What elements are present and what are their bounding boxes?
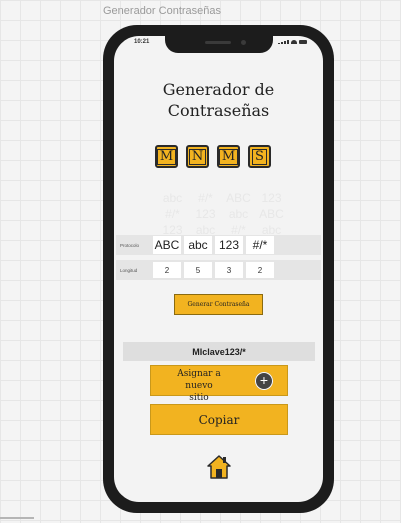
letter-button-label: M [218, 148, 239, 165]
preview-cell: ABC [259, 207, 284, 221]
letter-button-row: M N M S [155, 145, 271, 168]
preview-cell: 123 [195, 207, 216, 221]
generated-password-display: MIclave123/* [123, 342, 315, 361]
preview-cell: abc [228, 207, 249, 221]
assign-site-button[interactable]: Asignar a nuevo sitio + [150, 365, 288, 403]
status-time: 10:21 [134, 39, 150, 45]
generate-password-button[interactable]: Generar Contraseña [174, 294, 263, 315]
wifi-icon [291, 40, 297, 44]
home-icon[interactable] [207, 454, 231, 480]
preview-cell: ABC [226, 191, 251, 205]
preview-cell: abc [162, 191, 183, 205]
page-title-line2: Contraseñas [167, 101, 270, 120]
page-title: Generador de Contraseñas [114, 79, 323, 121]
phone-frame: 10:21 Generador de Contraseñas M N M S a… [103, 25, 334, 513]
preview-cell: #/* [165, 207, 180, 221]
battery-icon [299, 40, 307, 44]
length-input-upper[interactable]: 2 [153, 262, 181, 278]
front-camera [241, 40, 246, 45]
letter-button-m[interactable]: M [155, 145, 178, 168]
length-row: Longitud 2 5 3 2 [116, 260, 321, 280]
status-icons [278, 40, 307, 44]
letter-button-label: N [188, 148, 207, 165]
protocol-label: Protocolo [120, 242, 140, 248]
assign-site-label: Asignar a nuevo sitio [177, 368, 221, 404]
length-input-lower[interactable]: 5 [184, 262, 212, 278]
length-label: Longitud [120, 267, 138, 273]
preview-grid: abc #/* ABC 123 #/* 123 abc ABC 123 abc … [156, 191, 288, 237]
canvas-corner-mark [0, 517, 34, 523]
speaker-grille [205, 41, 231, 44]
canvas-title: Generador Contraseñas [103, 5, 222, 17]
preview-cell: 123 [261, 191, 282, 205]
protocol-cell-digits[interactable]: 123 [215, 236, 243, 254]
letter-button-m-2[interactable]: M [217, 145, 240, 168]
length-input-symbols[interactable]: 2 [246, 262, 274, 278]
protocol-cell-symbols[interactable]: #/* [246, 236, 274, 254]
assign-site-label-line1: Asignar a [177, 369, 221, 379]
letter-button-label: S [252, 148, 267, 165]
letter-button-label: M [156, 148, 177, 165]
phone-notch [165, 36, 273, 53]
plus-icon[interactable]: + [255, 372, 273, 390]
signal-icon [278, 40, 289, 44]
protocol-row: Protocolo ABC abc 123 #/* [116, 235, 321, 255]
protocol-cell-upper[interactable]: ABC [153, 236, 181, 254]
letter-button-n[interactable]: N [186, 145, 209, 168]
preview-cell: #/* [198, 191, 213, 205]
page-title-line1: Generador de [162, 80, 275, 99]
letter-button-s[interactable]: S [248, 145, 271, 168]
assign-site-label-line2: nuevo sitio [185, 381, 213, 403]
protocol-cell-lower[interactable]: abc [184, 236, 212, 254]
copy-button[interactable]: Copiar [150, 404, 288, 435]
length-input-digits[interactable]: 3 [215, 262, 243, 278]
phone-screen: 10:21 Generador de Contraseñas M N M S a… [114, 36, 323, 502]
